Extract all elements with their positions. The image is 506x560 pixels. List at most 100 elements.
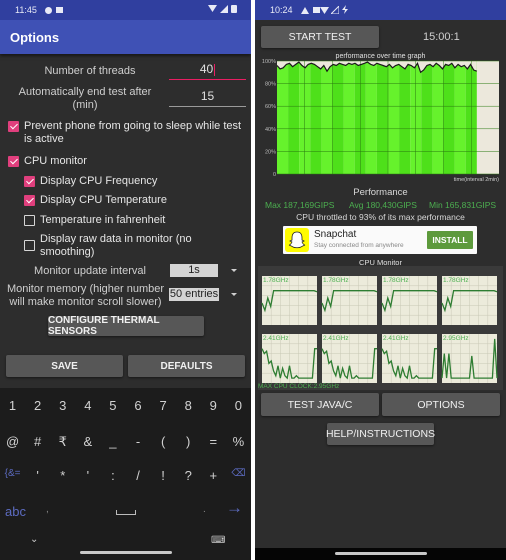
- abc-key[interactable]: abc: [5, 504, 26, 519]
- keyboard-key[interactable]: 8: [176, 398, 201, 413]
- keyboard-key[interactable]: {&=: [0, 468, 25, 483]
- start-test-button[interactable]: START TEST: [261, 26, 379, 48]
- keyboard-key[interactable]: ?: [176, 468, 201, 483]
- home-gesture-bar[interactable]: [335, 552, 427, 555]
- auto-end-input[interactable]: 15: [169, 87, 246, 107]
- keyboard-row-symbols: @ # ₹ & _ -() =%: [0, 434, 251, 450]
- monitor-memory-label: Monitor memory (higher number will make …: [6, 283, 165, 308]
- threads-value: 40: [199, 62, 214, 76]
- checkbox-checked-icon: [8, 121, 19, 132]
- graph-band: [321, 61, 333, 174]
- auto-end-label: Automatically end test after (min): [18, 86, 152, 111]
- keyboard-key[interactable]: ₹: [50, 434, 75, 450]
- keyboard-key[interactable]: 2: [25, 398, 50, 413]
- prevent-sleep-checkbox[interactable]: Prevent phone from going to sleep while …: [8, 120, 244, 146]
- keyboard-key[interactable]: 7: [151, 398, 176, 413]
- threads-label: Number of threads: [44, 65, 136, 77]
- keyboard-key[interactable]: &: [75, 434, 100, 450]
- y-tick-label: 60%: [265, 104, 276, 110]
- keyboard-key[interactable]: ': [25, 468, 50, 483]
- graph-band: [432, 61, 444, 174]
- monitor-memory-dropdown[interactable]: 50 entries: [169, 288, 219, 301]
- throttle-text: CPU throttled to 93% of its max performa…: [296, 212, 465, 222]
- home-gesture-bar[interactable]: [80, 551, 172, 554]
- keyboard-key[interactable]: *: [50, 468, 75, 483]
- dropdown-arrow-icon: [231, 293, 237, 296]
- keyboard-key[interactable]: (: [151, 434, 176, 450]
- min-performance: Min 165,831GIPS: [429, 200, 497, 210]
- cpu-monitor-checkbox[interactable]: CPU monitor: [8, 155, 87, 168]
- navigation-bar: [255, 548, 506, 560]
- graph-band: [454, 61, 466, 174]
- keyboard-key[interactable]: :: [100, 468, 125, 483]
- keyboard-key[interactable]: -: [126, 434, 151, 450]
- core-frequency-label: 2.41GHz: [323, 335, 349, 342]
- keyboard-switch-icon[interactable]: ⌨: [211, 535, 225, 546]
- core-frequency-label: 1.78GHz: [443, 277, 469, 284]
- defaults-button[interactable]: DEFAULTS: [128, 355, 245, 377]
- keyboard-key[interactable]: ): [176, 434, 201, 450]
- enter-key[interactable]: →: [226, 498, 243, 518]
- options-button[interactable]: OPTIONS: [382, 393, 500, 416]
- space-key[interactable]: [116, 510, 136, 515]
- core-frequency-label: 1.78GHz: [323, 277, 349, 284]
- keyboard-key[interactable]: 6: [126, 398, 151, 413]
- status-bar: 11:45: [0, 0, 251, 20]
- core-frequency-label: 2.41GHz: [263, 335, 289, 342]
- notification-icon: [44, 6, 52, 14]
- keyboard-key[interactable]: 1: [0, 398, 25, 413]
- configure-thermal-sensors-button[interactable]: CONFIGURE THERMAL SENSORS: [48, 315, 204, 337]
- update-interval-dropdown[interactable]: 1s: [170, 264, 218, 277]
- keyboard-key[interactable]: _: [100, 434, 125, 450]
- ad-subtitle: Stay connected from anywhere: [314, 242, 404, 249]
- install-button[interactable]: INSTALL: [427, 231, 473, 249]
- keyboard-key[interactable]: !: [151, 468, 176, 483]
- app-bar: Options: [0, 20, 251, 54]
- keyboard-key[interactable]: ⌫: [226, 468, 251, 483]
- raw-data-checkbox[interactable]: Display raw data in monitor (no smoothin…: [24, 233, 224, 259]
- period-key[interactable]: .: [203, 504, 206, 515]
- keyboard-key[interactable]: ': [75, 468, 100, 483]
- wifi-icon: [319, 6, 329, 14]
- checkbox-unchecked-icon: [24, 215, 35, 226]
- graph-band: [388, 61, 400, 174]
- keyboard-key[interactable]: @: [0, 434, 25, 450]
- graph-band: [376, 61, 388, 174]
- graph-band: [310, 61, 322, 174]
- cpu-temperature-label: Display CPU Temperature: [40, 194, 167, 206]
- y-tick-label: 40%: [265, 127, 276, 133]
- max-cpu-clock: MAX CPU CLOCK:2.95GHz: [258, 383, 340, 390]
- charging-icon: [341, 4, 348, 14]
- keyboard-key[interactable]: %: [226, 434, 251, 450]
- keyboard-key[interactable]: 5: [100, 398, 125, 413]
- keyboard-key[interactable]: 0: [226, 398, 251, 413]
- save-button[interactable]: SAVE: [6, 355, 123, 377]
- soft-keyboard: 1234567890 @ # ₹ & _ -() =% {&= ' * ': /!? + ⌫ abc ,…: [0, 388, 251, 560]
- warning-icon: [300, 6, 309, 14]
- core-frequency-label: 1.78GHz: [383, 277, 409, 284]
- graph-band: [365, 61, 377, 174]
- max-performance: Max 187,169GIPS: [265, 200, 335, 210]
- cpu-frequency-checkbox[interactable]: Display CPU Frequency: [24, 175, 157, 188]
- cpu-temperature-checkbox[interactable]: Display CPU Temperature: [24, 194, 167, 207]
- fahrenheit-label: Temperature in fahrenheit: [40, 214, 166, 226]
- signal-icon: [329, 4, 340, 14]
- graph-band: [277, 61, 289, 174]
- keyboard-key[interactable]: #: [25, 434, 50, 450]
- fahrenheit-checkbox[interactable]: Temperature in fahrenheit: [24, 214, 165, 227]
- battery-icon: [231, 5, 237, 13]
- keyboard-key[interactable]: 9: [201, 398, 226, 413]
- hide-keyboard-icon[interactable]: ⌄: [30, 534, 38, 545]
- y-tick-label: 80%: [265, 82, 276, 88]
- test-java-c-button[interactable]: TEST JAVA/C: [261, 393, 379, 416]
- comma-key[interactable]: ,: [46, 504, 49, 515]
- performance-label: Performance: [353, 187, 408, 198]
- keyboard-key[interactable]: +: [201, 468, 226, 483]
- threads-input[interactable]: 40: [169, 60, 246, 80]
- help-instructions-button[interactable]: HELP/INSTRUCTIONS: [326, 423, 435, 445]
- keyboard-key[interactable]: /: [126, 468, 151, 483]
- keyboard-key[interactable]: 4: [75, 398, 100, 413]
- keyboard-key[interactable]: 3: [50, 398, 75, 413]
- keyboard-key[interactable]: =: [201, 434, 226, 450]
- snapchat-ad-banner[interactable]: Snapchat Stay connected from anywhere IN…: [283, 226, 477, 254]
